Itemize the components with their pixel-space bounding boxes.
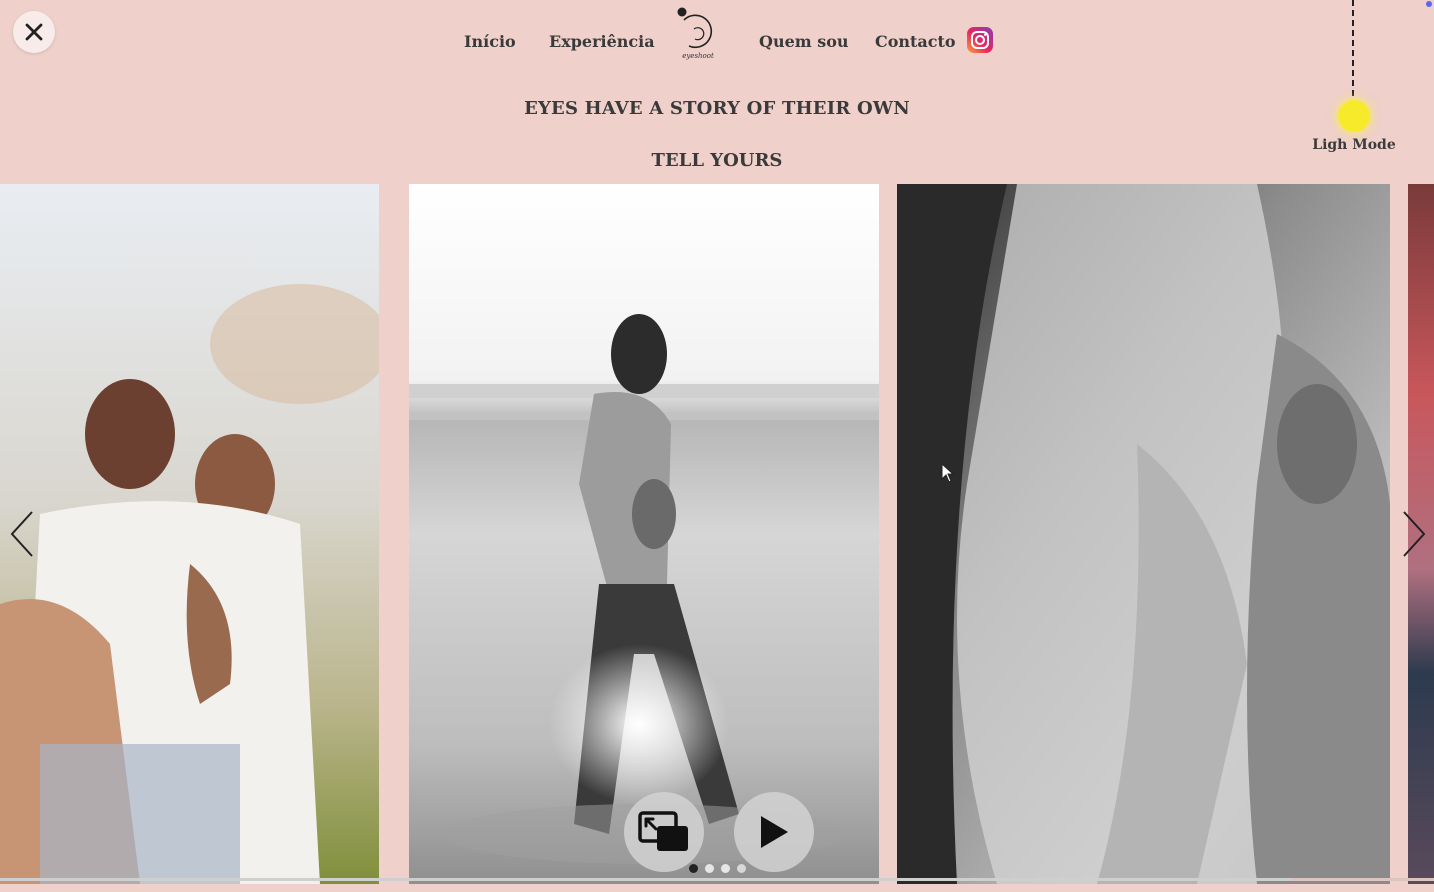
mode-toggle-label: Ligh Mode [1312, 137, 1396, 153]
prev-slide-button[interactable] [8, 510, 36, 558]
mode-toggle-string [1352, 0, 1354, 96]
hero-title: EYES HAVE A STORY OF THEIR OWN [524, 98, 910, 119]
logo-text: eyeshoot [682, 52, 714, 60]
picture-in-picture-icon [638, 811, 688, 851]
slide-image-3[interactable] [897, 184, 1390, 884]
nav-item-inicio[interactable]: Início [464, 32, 516, 51]
light-mode-toggle[interactable] [1338, 100, 1370, 132]
slide-image-1[interactable] [0, 184, 379, 884]
site-logo[interactable]: eyeshoot [672, 6, 724, 62]
play-slideshow-button[interactable] [734, 792, 814, 872]
nav-item-contacto[interactable]: Contacto [875, 32, 956, 51]
corner-indicator-dot [1426, 1, 1432, 7]
gallery-view-button[interactable] [624, 792, 704, 872]
chevron-right-icon [1403, 511, 1426, 557]
slideshow-progress-fill [0, 878, 1291, 881]
hero-subtitle: TELL YOURS [651, 150, 783, 171]
slide-image-2[interactable] [409, 184, 879, 884]
nav-item-quem-sou[interactable]: Quem sou [759, 32, 849, 51]
mouse-cursor-icon [941, 463, 955, 483]
pagination-dot[interactable] [721, 864, 730, 873]
main-nav: Início Experiência eyeshoot Quem sou Con… [0, 0, 1434, 80]
slideshow-progress-track [0, 878, 1434, 881]
pagination-dot[interactable] [705, 864, 714, 873]
pagination-dot[interactable] [737, 864, 746, 873]
next-slide-button[interactable] [1400, 510, 1428, 558]
instagram-icon[interactable] [966, 26, 994, 54]
play-icon [761, 816, 788, 848]
pagination-dot[interactable] [689, 864, 698, 873]
nav-item-experiencia[interactable]: Experiência [549, 32, 655, 51]
chevron-left-icon [10, 511, 33, 557]
